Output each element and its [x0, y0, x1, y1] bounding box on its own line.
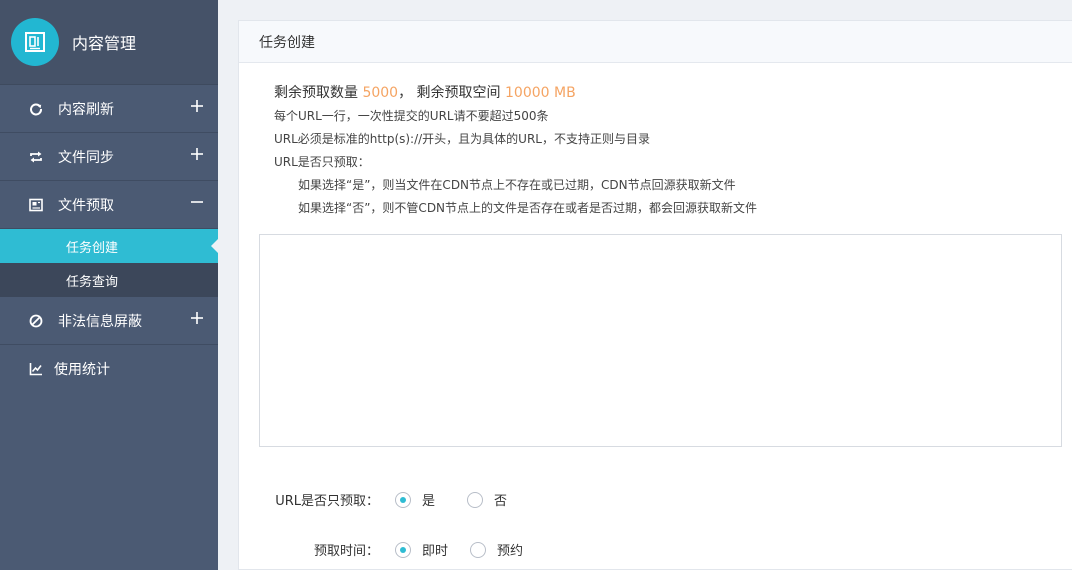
quota-space-value: 10000 MB — [505, 85, 576, 101]
sidebar-item-label: 文件预取 — [58, 197, 114, 214]
sidebar-item-illegal-block[interactable]: 非法信息屏蔽 — [0, 297, 218, 345]
expand-plus-icon[interactable] — [190, 311, 204, 325]
prefetch-time-schedule-radio[interactable] — [470, 541, 487, 558]
sidebar-item-label: 文件同步 — [58, 149, 114, 166]
only-prefetch-yes-radio[interactable] — [395, 491, 411, 508]
prefetch-time-label: 预取时间： — [313, 544, 379, 559]
sync-icon — [28, 149, 44, 165]
note-line: 每个URL一行，一次性提交的URL请不要超过500条 — [274, 109, 549, 123]
block-icon — [28, 313, 44, 329]
refresh-icon — [28, 101, 44, 117]
chart-icon — [28, 361, 44, 377]
sidebar-item-label: 内容刷新 — [58, 101, 114, 118]
collapse-minus-icon[interactable] — [190, 195, 204, 209]
quota-count-value: 5000 — [362, 85, 399, 101]
quota-separator: ， — [398, 85, 413, 101]
radio-label: 预约 — [497, 544, 524, 559]
prefetch-time-now-radio[interactable] — [395, 541, 411, 558]
radio-label: 即时 — [422, 544, 449, 559]
radio-label: 否 — [494, 494, 508, 509]
only-prefetch-no-radio[interactable] — [467, 491, 484, 508]
sidebar-item-file-sync[interactable]: 文件同步 — [0, 133, 218, 181]
sidebar-subitem-task-query[interactable]: 任务查询 — [0, 263, 218, 297]
task-create-panel: 任务创建 剩余预取数量 5000， 剩余预取空间 10000 MB 每个URL一… — [238, 20, 1072, 570]
sidebar-item-label: 非法信息屏蔽 — [58, 313, 142, 330]
submenu-file-prefetch: 任务创建 任务查询 — [0, 229, 218, 297]
panel-title: 任务创建 — [239, 21, 1072, 63]
sidebar-item-file-prefetch[interactable]: 文件预取 — [0, 181, 218, 229]
brand-header: 内容管理 — [0, 0, 218, 85]
panel-icon — [11, 18, 59, 66]
sidebar-item-label: 使用统计 — [54, 361, 110, 378]
sidebar-item-content-refresh[interactable]: 内容刷新 — [0, 85, 218, 133]
radio-label: 是 — [422, 494, 436, 509]
sidebar: 内容管理 内容刷新 文件同步 文件预取 任务创建 任务查询 非法信息屏蔽 使用统… — [0, 0, 218, 570]
sidebar-subitem-task-create[interactable]: 任务创建 — [0, 229, 218, 263]
quota-summary: 剩余预取数量 5000， 剩余预取空间 10000 MB — [274, 81, 757, 105]
only-prefetch-label: URL是否只预取： — [275, 494, 379, 509]
url-list-input[interactable] — [259, 234, 1062, 447]
app-title: 内容管理 — [72, 34, 137, 53]
expand-plus-icon[interactable] — [190, 99, 204, 113]
only-prefetch-row: URL是否只预取： 是 否 — [239, 490, 539, 509]
note-line-indent: 如果选择“否”，则不管CDN节点上的文件是否存在或者是否过期，都会回源获取新文件 — [298, 201, 758, 215]
prefetch-time-row: 预取时间： 即时 预约 — [239, 540, 555, 559]
expand-plus-icon[interactable] — [190, 147, 204, 161]
note-line: URL是否只预取： — [274, 155, 370, 169]
quota-count-label: 剩余预取数量 — [274, 85, 358, 101]
prefetch-icon — [28, 197, 44, 213]
note-line: URL必须是标准的http(s)://开头，且为具体的URL，不支持正则与目录 — [274, 132, 650, 146]
note-line-indent: 如果选择“是”，则当文件在CDN节点上不存在或已过期，CDN节点回源获取新文件 — [298, 178, 736, 192]
instructions: 剩余预取数量 5000， 剩余预取空间 10000 MB 每个URL一行，一次性… — [274, 81, 757, 220]
quota-space-label: 剩余预取空间 — [416, 85, 501, 101]
sidebar-item-usage-stats[interactable]: 使用统计 — [0, 345, 218, 392]
